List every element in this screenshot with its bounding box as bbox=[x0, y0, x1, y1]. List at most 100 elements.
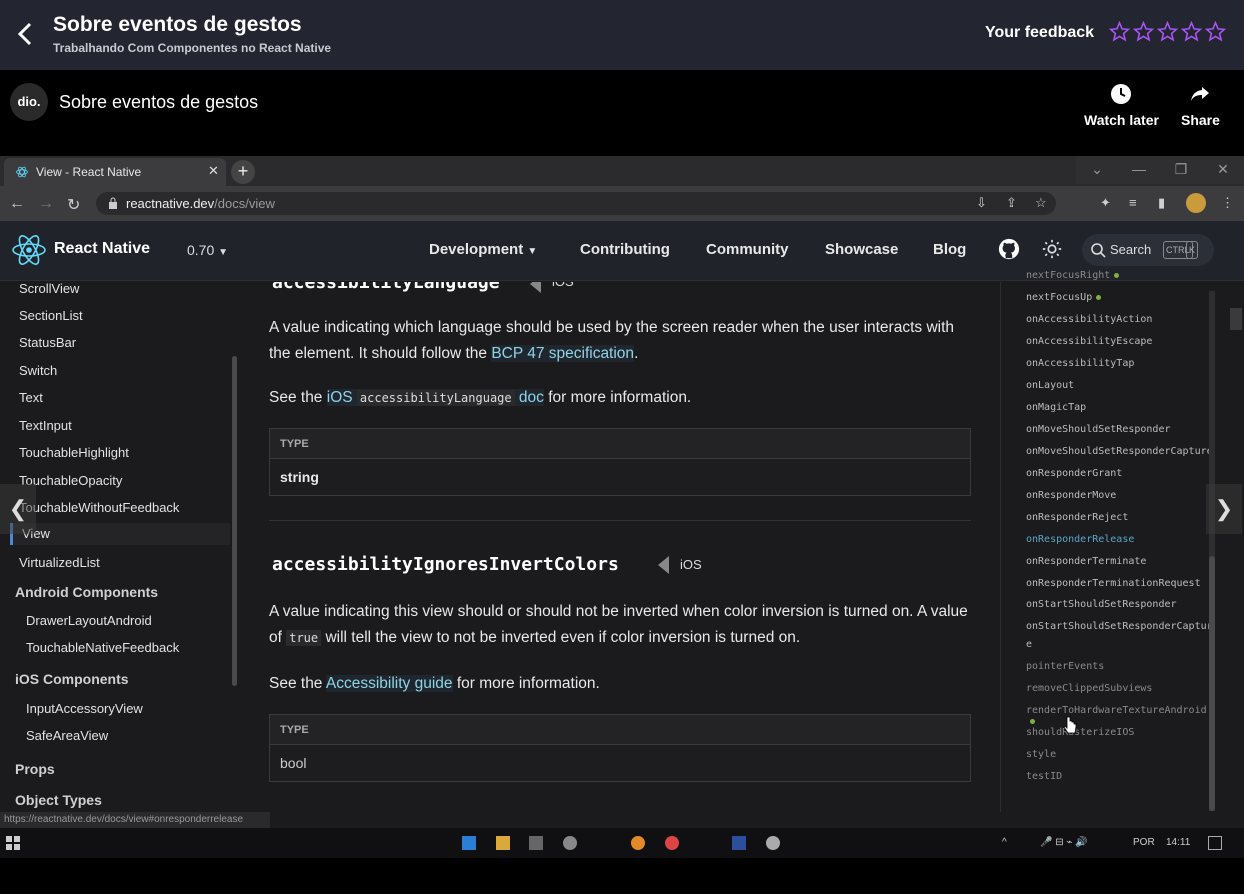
sidebar-item-text[interactable]: Text bbox=[19, 390, 43, 405]
tray-chevron-icon[interactable]: ^ bbox=[1002, 837, 1007, 848]
menu-kebab-icon[interactable]: ⋮ bbox=[1221, 196, 1235, 210]
back-arrow-icon[interactable] bbox=[14, 20, 38, 48]
share-page-icon[interactable]: ⇪ bbox=[1006, 196, 1020, 210]
watch-later-button[interactable]: Watch later bbox=[1084, 82, 1159, 128]
accessibility-guide-link[interactable]: Accessibility guide bbox=[325, 675, 453, 692]
file-explorer-icon[interactable] bbox=[496, 836, 510, 850]
toc-item[interactable]: nextFocusUp bbox=[1026, 292, 1102, 303]
toc-item[interactable]: onResponderReject bbox=[1026, 512, 1128, 523]
toc-item[interactable]: onMagicTap bbox=[1026, 402, 1086, 413]
sidebar-item-drawerlayoutandroid[interactable]: DrawerLayoutAndroid bbox=[26, 613, 152, 628]
sidebar-item-switch[interactable]: Switch bbox=[19, 363, 57, 378]
nav-development[interactable]: Development ▼ bbox=[429, 241, 537, 258]
toc-item-active[interactable]: onResponderRelease bbox=[1026, 534, 1134, 545]
toc-item[interactable]: onAccessibilityEscape bbox=[1026, 336, 1152, 347]
star-icon-5[interactable] bbox=[1205, 21, 1226, 42]
star-icon-2[interactable] bbox=[1133, 21, 1154, 42]
new-tab-icon[interactable]: + bbox=[231, 160, 255, 184]
windows-start-icon[interactable] bbox=[6, 836, 20, 850]
nav-showcase[interactable]: Showcase bbox=[825, 241, 898, 258]
restore-icon[interactable]: ❐ bbox=[1160, 156, 1202, 184]
next-lesson-arrow-icon[interactable]: ❯ bbox=[1206, 484, 1242, 534]
nav-community[interactable]: Community bbox=[706, 241, 789, 258]
sidepanel-icon[interactable]: ▮ bbox=[1158, 196, 1172, 210]
previous-lesson-arrow-icon[interactable]: ❮ bbox=[0, 484, 36, 534]
notifications-icon[interactable] bbox=[1208, 836, 1222, 850]
page-scrollbar[interactable] bbox=[1230, 308, 1242, 330]
clock[interactable]: 14:11 bbox=[1166, 837, 1190, 848]
minimize-icon[interactable]: — bbox=[1118, 156, 1160, 184]
app-icon[interactable] bbox=[631, 836, 645, 850]
theme-toggle-icon[interactable] bbox=[1042, 239, 1062, 259]
bcp47-link[interactable]: BCP 47 specification bbox=[491, 345, 635, 362]
sidebar-item-sectionlist[interactable]: SectionList bbox=[19, 308, 83, 323]
toc-item[interactable]: style bbox=[1026, 749, 1056, 760]
toc-item[interactable]: onAccessibilityAction bbox=[1026, 314, 1152, 325]
version-dropdown[interactable]: 0.70 ▼ bbox=[187, 242, 228, 258]
toc-item-wrap[interactable]: e bbox=[1026, 639, 1032, 650]
toc-item[interactable]: onStartShouldSetResponder bbox=[1026, 599, 1177, 610]
app-icon[interactable] bbox=[732, 836, 746, 850]
reload-icon[interactable]: ↻ bbox=[67, 195, 80, 215]
sidebar-item-view[interactable]: View bbox=[10, 523, 230, 545]
sidebar-category-props[interactable]: Props bbox=[15, 761, 55, 777]
sidebar-item-touchablewithoutfeedback[interactable]: TouchableWithoutFeedback bbox=[19, 500, 179, 515]
toc-item[interactable]: pointerEvents bbox=[1026, 661, 1104, 672]
sidebar-category-object-types[interactable]: Object Types bbox=[15, 792, 102, 808]
brand-name[interactable]: React Native bbox=[54, 240, 150, 258]
chrome-icon[interactable] bbox=[665, 836, 679, 850]
terminal-icon[interactable] bbox=[529, 836, 543, 850]
install-icon[interactable]: ⇩ bbox=[976, 196, 990, 210]
sidebar-item-touchablehighlight[interactable]: TouchableHighlight bbox=[19, 445, 129, 460]
toc-item[interactable]: nextFocusRight bbox=[1026, 270, 1120, 281]
toc-item[interactable]: shouldRasterizeIOS bbox=[1026, 727, 1134, 738]
react-logo-icon[interactable] bbox=[12, 235, 46, 265]
sidebar-item-inputaccessoryview[interactable]: InputAccessoryView bbox=[26, 701, 143, 716]
sidebar-category-android[interactable]: Android Components bbox=[15, 584, 158, 600]
toc-item[interactable]: onResponderMove bbox=[1026, 490, 1116, 501]
url-field[interactable]: reactnative.dev/docs/view bbox=[96, 192, 1056, 215]
toc-item[interactable]: onResponderTerminate bbox=[1026, 556, 1146, 567]
tab-search-icon[interactable]: ⌄ bbox=[1076, 156, 1118, 184]
window-close-icon[interactable]: ✕ bbox=[1202, 156, 1244, 184]
star-icon-4[interactable] bbox=[1181, 21, 1202, 42]
sidebar-category-ios[interactable]: iOS Components bbox=[15, 671, 129, 687]
ios-doc-link[interactable]: iOS accessibilityLanguage doc bbox=[326, 389, 544, 406]
sidebar-item-safeareaview[interactable]: SafeAreaView bbox=[26, 728, 108, 743]
toc-item[interactable]: onAccessibilityTap bbox=[1026, 358, 1134, 369]
app-icon[interactable] bbox=[766, 836, 780, 850]
tray-icons[interactable]: 🎤 ⊟ ⌁ 🔊 bbox=[1040, 837, 1088, 848]
toc-item[interactable]: onMoveShouldSetResponder bbox=[1026, 424, 1171, 435]
toc-item[interactable]: onResponderGrant bbox=[1026, 468, 1122, 479]
toc-item[interactable]: renderToHardwareTextureAndroid bbox=[1026, 705, 1212, 727]
forward-icon[interactable]: → bbox=[38, 195, 54, 213]
nav-blog[interactable]: Blog bbox=[933, 241, 966, 258]
tab-close-icon[interactable]: ✕ bbox=[208, 163, 219, 179]
nav-contributing[interactable]: Contributing bbox=[580, 241, 670, 258]
vscode-icon[interactable] bbox=[462, 836, 476, 850]
toc-scrollbar[interactable] bbox=[1209, 556, 1215, 811]
star-icon-1[interactable] bbox=[1109, 21, 1130, 42]
toc-item[interactable]: onMoveShouldSetResponderCapture bbox=[1026, 446, 1213, 457]
browser-tab[interactable]: View - React Native ✕ bbox=[4, 158, 226, 186]
github-icon[interactable] bbox=[998, 238, 1020, 260]
sidebar-item-touchablenativefeedback[interactable]: TouchableNativeFeedback bbox=[26, 640, 179, 655]
toc-item[interactable]: onResponderTerminationRequest bbox=[1026, 578, 1201, 589]
toc-item[interactable]: removeClippedSubviews bbox=[1026, 683, 1152, 694]
docs-search-button[interactable]: Search CTRL K bbox=[1082, 234, 1214, 266]
sidebar-item-statusbar[interactable]: StatusBar bbox=[19, 335, 76, 350]
back-icon[interactable]: ← bbox=[9, 195, 25, 213]
media-icon[interactable]: ≡ bbox=[1129, 196, 1143, 210]
sidebar-item-scrollview[interactable]: ScrollView bbox=[19, 281, 79, 296]
toc-item[interactable]: testID bbox=[1026, 771, 1062, 782]
toc-item[interactable]: onLayout bbox=[1026, 380, 1074, 391]
bookmark-star-icon[interactable]: ☆ bbox=[1035, 196, 1049, 210]
share-button[interactable]: Share bbox=[1181, 82, 1220, 128]
sidebar-item-virtualizedlist[interactable]: VirtualizedList bbox=[19, 555, 100, 570]
toc-item[interactable]: onStartShouldSetResponderCaptur bbox=[1026, 621, 1213, 632]
sidebar-scrollbar[interactable] bbox=[232, 356, 237, 686]
star-icon-3[interactable] bbox=[1157, 21, 1178, 42]
language-indicator[interactable]: POR bbox=[1133, 837, 1155, 848]
extensions-icon[interactable]: ✦ bbox=[1100, 196, 1114, 210]
profile-avatar[interactable] bbox=[1186, 193, 1206, 213]
